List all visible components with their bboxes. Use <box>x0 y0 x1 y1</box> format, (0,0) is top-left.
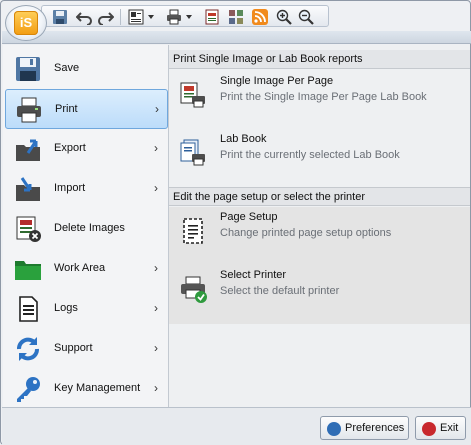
option-title: Select Printer <box>220 269 287 281</box>
menu-item-import[interactable]: Import › <box>5 169 168 209</box>
key-icon <box>17 377 40 402</box>
option-description: Print the Single Image Per Page Lab Book <box>220 91 427 103</box>
undo-icon[interactable] <box>76 9 92 25</box>
single-page-print-icon <box>180 82 205 108</box>
menu-item-label: Key Management <box>54 382 141 394</box>
menu-item-work-area[interactable]: Work Area › <box>5 249 168 289</box>
printer-setup-section: Page Setup Change printed page setup opt… <box>169 207 470 324</box>
toolbar-separator <box>120 9 121 25</box>
print-options-panel: Print Single Image or Lab Book reports S… <box>169 45 470 407</box>
folder-icon <box>15 261 41 280</box>
save-icon <box>16 57 40 81</box>
select-printer-icon <box>181 276 207 303</box>
save-icon[interactable] <box>52 9 68 25</box>
exit-button[interactable]: Exit <box>415 416 466 440</box>
application-button[interactable]: iS <box>5 5 47 41</box>
delete-images-icon <box>16 216 41 242</box>
menu-item-label: Support <box>54 342 93 354</box>
section-header-page-setup: Edit the page setup or select the printe… <box>169 187 470 206</box>
gear-icon <box>327 422 341 436</box>
option-description: Select the default printer <box>220 285 340 297</box>
menu-item-save[interactable]: Save <box>5 49 168 89</box>
chevron-right-icon: › <box>154 261 158 275</box>
option-title: Single Image Per Page <box>220 75 334 87</box>
support-icon <box>17 337 39 361</box>
menu-item-support[interactable]: Support › <box>5 329 168 369</box>
print-dropdown-arrow[interactable] <box>186 15 192 19</box>
menu-item-export[interactable]: Export › <box>5 129 168 169</box>
menu-item-print[interactable]: Print › <box>5 89 168 129</box>
chevron-right-icon: › <box>155 102 159 116</box>
chevron-right-icon: › <box>154 341 158 355</box>
menu-item-label: Export <box>54 142 86 154</box>
quick-access-toolbar: iS <box>1 1 471 41</box>
section-header-print-reports: Print Single Image or Lab Book reports <box>169 50 470 69</box>
menu-item-label: Work Area <box>54 262 106 274</box>
zoom-out-icon[interactable] <box>298 9 314 25</box>
lab-book-print-icon <box>180 139 205 166</box>
quick-access-bar <box>41 5 329 27</box>
exit-label: Exit <box>440 422 459 434</box>
print-icon <box>17 97 41 123</box>
preferences-button[interactable]: Preferences <box>320 416 409 440</box>
option-single-image-per-page[interactable]: Single Image Per Page Print the Single I… <box>169 75 470 133</box>
menu-item-label: Import <box>54 182 86 194</box>
zoom-in-icon[interactable] <box>276 9 292 25</box>
ribbon-strip <box>2 31 471 44</box>
preferences-label: Preferences <box>345 422 405 434</box>
backstage-window: iS Save Print › Export › Import › Delete… <box>0 0 471 445</box>
grid-icon[interactable] <box>228 9 244 25</box>
rss-icon[interactable] <box>252 9 268 25</box>
chevron-right-icon: › <box>154 181 158 195</box>
chevron-right-icon: › <box>154 381 158 395</box>
option-title: Lab Book <box>220 133 267 145</box>
page-setup-icon <box>183 218 203 244</box>
menu-item-delete-images[interactable]: Delete Images <box>5 209 168 249</box>
chevron-right-icon: › <box>154 301 158 315</box>
export-icon <box>16 139 40 161</box>
menu-item-label: Print <box>55 103 78 115</box>
chevron-right-icon: › <box>154 141 158 155</box>
option-description: Print the currently selected Lab Book <box>220 149 400 161</box>
import-icon <box>16 177 40 201</box>
backstage-menu: Save Print › Export › Import › Delete Im… <box>3 45 169 407</box>
app-logo: iS <box>14 11 38 35</box>
menu-item-logs[interactable]: Logs › <box>5 289 168 329</box>
option-lab-book[interactable]: Lab Book Print the currently selected La… <box>169 133 470 191</box>
menu-item-label: Save <box>54 62 80 74</box>
print-icon[interactable] <box>166 9 182 25</box>
redo-icon[interactable] <box>98 9 114 25</box>
report-icon[interactable] <box>204 9 220 25</box>
option-select-printer[interactable]: Select Printer Select the default printe… <box>169 269 470 327</box>
option-title: Page Setup <box>220 211 278 223</box>
menu-item-label: Delete Images <box>54 222 125 234</box>
backstage-footer: Preferences Exit <box>2 407 471 445</box>
option-page-setup[interactable]: Page Setup Change printed page setup opt… <box>169 211 470 269</box>
logs-icon <box>19 296 38 322</box>
close-icon <box>422 422 436 436</box>
menu-item-key-management[interactable]: Key Management › <box>5 369 168 409</box>
layout-icon[interactable] <box>128 9 144 25</box>
menu-item-label: Logs <box>54 302 78 314</box>
layout-dropdown-arrow[interactable] <box>148 15 154 19</box>
option-description: Change printed page setup options <box>220 227 392 239</box>
